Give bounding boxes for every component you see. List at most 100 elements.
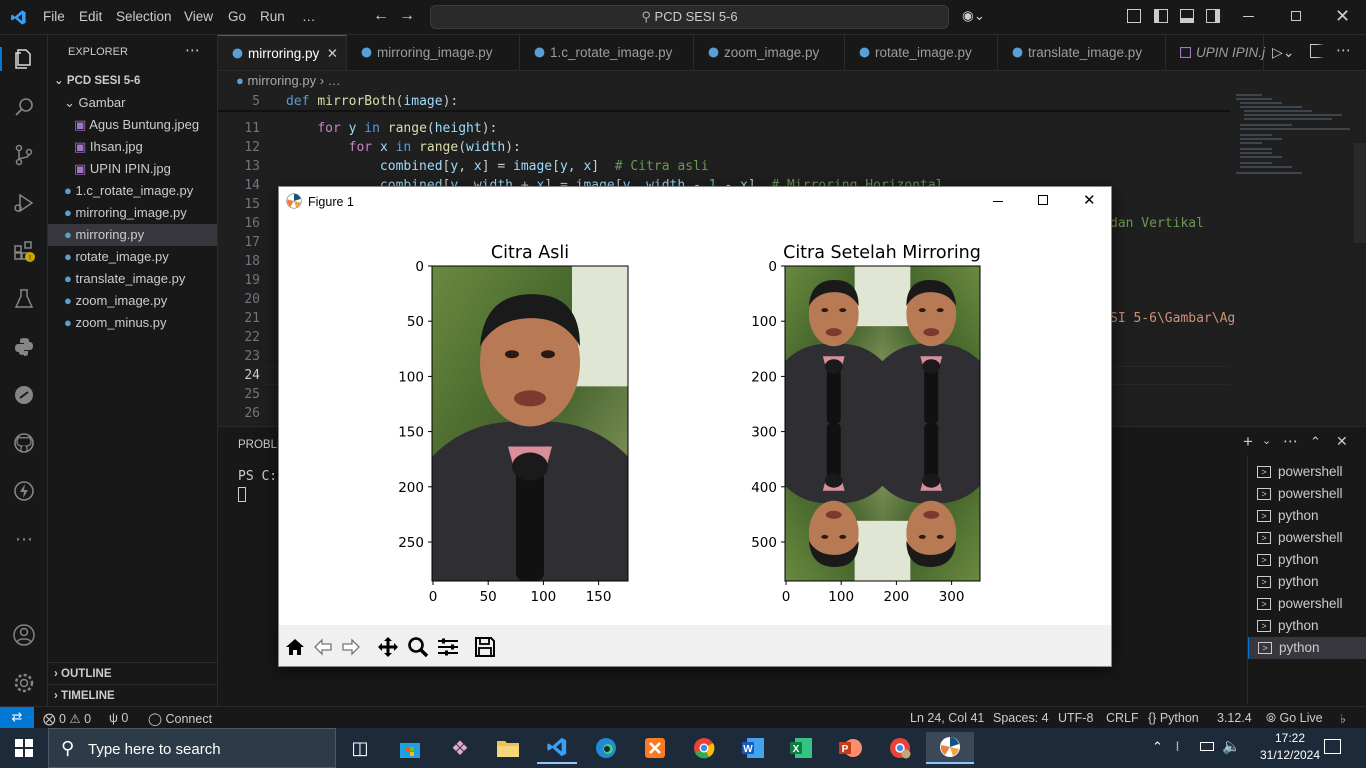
tab-translate-image[interactable]: translate_image.py <box>998 35 1166 70</box>
panel-more-icon[interactable]: ⋯ <box>1283 432 1298 450</box>
terminal-item[interactable]: > powershell <box>1248 483 1366 505</box>
close-tab-icon[interactable]: ✕ <box>327 36 338 71</box>
edge-browser-icon[interactable] <box>586 732 626 764</box>
tree-item-file[interactable]: ● rotate_image.py <box>48 246 217 268</box>
source-control-icon[interactable] <box>10 141 38 169</box>
account-icon[interactable] <box>10 621 38 649</box>
file-encoding[interactable]: UTF-8 <box>1058 711 1093 725</box>
tree-item-image[interactable]: ▣ UPIN IPIN.jpg <box>48 158 217 180</box>
notification-center-icon[interactable] <box>1324 739 1341 754</box>
indentation[interactable]: Spaces: 4 <box>993 711 1049 725</box>
word-icon[interactable]: W <box>733 732 773 764</box>
terminal-item[interactable]: > python <box>1248 549 1366 571</box>
outline-section[interactable]: › OUTLINE <box>48 662 217 684</box>
cursor-position[interactable]: Ln 24, Col 41 <box>910 711 984 725</box>
minimize-icon[interactable] <box>993 201 1003 202</box>
tree-item-file[interactable]: ● translate_image.py <box>48 268 217 290</box>
chrome-profile-icon[interactable] <box>880 732 920 764</box>
python-icon[interactable] <box>10 333 38 361</box>
connect-status[interactable]: ◯ Connect <box>148 711 212 726</box>
tree-item-file-selected[interactable]: ● mirroring.py <box>48 224 217 246</box>
menu-file[interactable]: File <box>43 9 65 24</box>
minimap[interactable] <box>1232 91 1354 181</box>
forward-arrow-icon[interactable]: → <box>399 7 415 25</box>
task-view-icon[interactable]: ◫ <box>340 732 380 764</box>
close-icon[interactable]: ✕ <box>1335 6 1350 27</box>
vscode-taskbar-icon[interactable] <box>537 732 577 764</box>
battery-icon[interactable] <box>1200 742 1214 751</box>
menu-edit[interactable]: Edit <box>79 9 102 24</box>
tree-folder-gambar[interactable]: ⌄ Gambar <box>48 92 217 114</box>
menu-run[interactable]: Run <box>260 9 285 24</box>
minimize-icon[interactable] <box>1243 16 1254 17</box>
restore-icon[interactable] <box>1291 11 1301 21</box>
menu-view[interactable]: View <box>184 9 213 24</box>
terminal-item-active[interactable]: > python <box>1248 637 1366 659</box>
powerpoint-icon[interactable]: P <box>830 732 870 764</box>
menu-selection[interactable]: Selection <box>116 9 172 24</box>
breadcrumb-symbol[interactable]: … <box>328 73 341 88</box>
taskbar-search-box[interactable]: ⚲ Type here to search <box>48 728 336 768</box>
ports-status[interactable]: ψ 0 <box>109 711 128 725</box>
clock-date[interactable]: 31/12/2024 <box>1248 748 1332 762</box>
windows-start-icon[interactable] <box>4 732 44 764</box>
wifi-icon[interactable]: ⧙ <box>1176 738 1179 755</box>
tree-item-file[interactable]: ● zoom_image.py <box>48 290 217 312</box>
tab-zoom-image[interactable]: zoom_image.py <box>694 35 845 70</box>
volume-icon[interactable]: 🔈 <box>1222 737 1241 755</box>
toggle-secondary-sidebar-icon[interactable] <box>1206 9 1220 23</box>
terminal-item[interactable]: > python <box>1248 615 1366 637</box>
save-figure-icon[interactable] <box>471 635 499 659</box>
thunder-client-icon[interactable] <box>10 477 38 505</box>
chevron-down-icon[interactable]: ⌄ <box>1262 434 1271 447</box>
explorer-more-icon[interactable]: ⋯ <box>185 41 200 59</box>
tab-upin-ipin[interactable]: UPIN IPIN.j <box>1166 35 1265 70</box>
tab-mirroring[interactable]: mirroring.py ✕ <box>218 35 347 70</box>
tree-item-file[interactable]: ● 1.c_rotate_image.py <box>48 180 217 202</box>
line-ending[interactable]: CRLF <box>1106 711 1139 725</box>
forward-arrow-icon[interactable] <box>337 635 365 659</box>
configure-subplots-icon[interactable] <box>434 635 462 659</box>
notifications-bell-icon[interactable]: ♭ <box>1340 711 1346 726</box>
tray-overflow-icon[interactable]: ⌃ <box>1152 739 1163 755</box>
maximize-panel-icon[interactable]: ⌃ <box>1310 434 1321 450</box>
close-icon[interactable]: ✕ <box>1083 191 1096 209</box>
tree-item-file[interactable]: ● zoom_minus.py <box>48 312 217 334</box>
run-python-icon[interactable]: ▷⌄ <box>1272 44 1295 61</box>
editor-more-icon[interactable]: ⋯ <box>1336 41 1351 59</box>
home-icon[interactable] <box>281 635 309 659</box>
chrome-browser-icon[interactable] <box>684 732 724 764</box>
terminal-item[interactable]: > python <box>1248 505 1366 527</box>
go-live-button[interactable]: ⦾ Go Live <box>1266 711 1323 726</box>
problems-status[interactable]: ⨂ 0 ⚠ 0 <box>43 711 91 726</box>
search-icon[interactable] <box>10 93 38 121</box>
tab-rotate-c[interactable]: 1.c_rotate_image.py <box>520 35 694 70</box>
language-mode[interactable]: {} Python <box>1148 711 1199 725</box>
menu-go[interactable]: Go <box>228 9 246 24</box>
tab-mirroring-image[interactable]: mirroring_image.py <box>347 35 520 70</box>
testing-flask-icon[interactable] <box>10 285 38 313</box>
new-terminal-icon[interactable]: + <box>1243 432 1253 452</box>
clock-time[interactable]: 17:22 <box>1262 731 1318 745</box>
tree-item-image[interactable]: ▣ Agus Buntung.jpeg <box>48 114 217 136</box>
command-center-search[interactable]: ⚲ PCD SESI 5-6 <box>430 5 949 29</box>
terminal-item[interactable]: > python <box>1248 571 1366 593</box>
layout-toggle-icon[interactable] <box>1127 9 1141 23</box>
file-explorer-icon[interactable] <box>488 732 528 764</box>
tab-rotate-image[interactable]: rotate_image.py <box>845 35 998 70</box>
close-panel-icon[interactable]: ✕ <box>1336 433 1348 450</box>
run-debug-icon[interactable] <box>10 189 38 217</box>
xampp-icon[interactable] <box>635 732 675 764</box>
terminal-item[interactable]: > powershell <box>1248 593 1366 615</box>
back-arrow-icon[interactable] <box>309 635 337 659</box>
more-icon[interactable]: ⋯ <box>10 525 38 553</box>
explorer-icon[interactable] <box>10 45 38 73</box>
settings-gear-icon[interactable] <box>10 669 38 697</box>
microsoft-store-icon[interactable] <box>390 732 430 764</box>
remote-explorer-icon[interactable] <box>10 381 38 409</box>
toggle-panel-icon[interactable] <box>1180 9 1194 23</box>
menu-more[interactable]: … <box>302 9 316 24</box>
editor-scrollbar[interactable] <box>1354 143 1366 243</box>
toggle-sidebar-icon[interactable] <box>1154 9 1168 23</box>
split-editor-icon[interactable] <box>1310 44 1324 58</box>
